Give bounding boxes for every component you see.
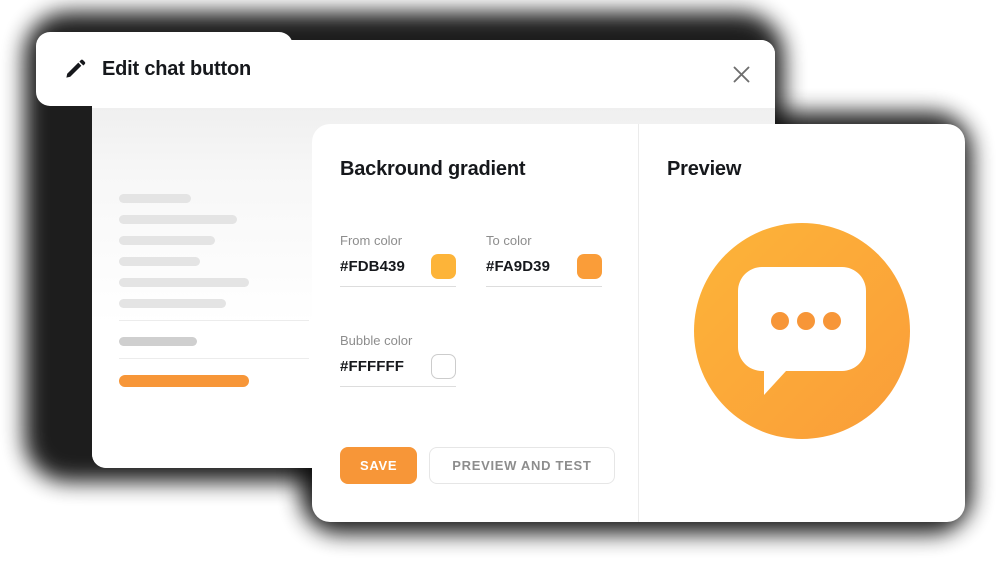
skeleton-divider bbox=[119, 358, 309, 359]
from-color-label: From color bbox=[340, 233, 403, 248]
chat-bubble-icon bbox=[738, 266, 866, 395]
background-gradient-panel: Backround gradient From color #FDB439 To… bbox=[312, 124, 638, 522]
to-color-field: To color #FA9D39 bbox=[486, 233, 602, 287]
gradient-color-fields: From color #FDB439 To color #FA9D39 bbox=[340, 233, 608, 287]
from-color-value[interactable]: #FDB439 bbox=[340, 258, 405, 275]
skeleton-bar-dark bbox=[119, 337, 197, 346]
field-spacer bbox=[340, 287, 608, 333]
pencil-icon bbox=[64, 58, 86, 80]
to-color-control[interactable]: #FA9D39 bbox=[486, 254, 602, 287]
to-color-swatch[interactable] bbox=[577, 254, 602, 279]
from-color-control[interactable]: #FDB439 bbox=[340, 254, 456, 287]
panel-title-preview: Preview bbox=[667, 158, 742, 180]
to-color-label: To color bbox=[486, 233, 532, 248]
skeleton-bar bbox=[119, 236, 215, 245]
bubble-color-row: Bubble color #FFFFFF bbox=[340, 333, 608, 387]
save-button[interactable]: SAVE bbox=[340, 447, 418, 484]
skeleton-bar bbox=[119, 278, 249, 287]
skeleton-divider bbox=[119, 320, 309, 321]
chat-bubble-preview bbox=[694, 222, 910, 439]
skeleton-bar bbox=[119, 215, 237, 224]
preview-and-test-button[interactable]: PREVIEW AND TEST bbox=[429, 447, 615, 484]
skeleton-bar bbox=[119, 257, 200, 266]
panel-title-background-gradient: Backround gradient bbox=[340, 158, 526, 180]
skeleton-bar bbox=[119, 194, 191, 203]
from-color-field: From color #FDB439 bbox=[340, 233, 456, 287]
bubble-color-field: Bubble color #FFFFFF bbox=[340, 333, 456, 387]
preview-panel: Preview bbox=[639, 124, 965, 522]
title-card-label: Edit chat button bbox=[102, 57, 251, 80]
from-color-swatch[interactable] bbox=[431, 254, 456, 279]
bubble-color-label: Bubble color bbox=[340, 333, 413, 348]
bubble-color-control[interactable]: #FFFFFF bbox=[340, 354, 456, 387]
edit-chat-button-modal: Backround gradient From color #FDB439 To… bbox=[312, 124, 965, 522]
skeleton-bar-accent bbox=[119, 375, 249, 387]
bubble-color-value[interactable]: #FFFFFF bbox=[340, 358, 404, 375]
skeleton-placeholder-list bbox=[119, 194, 309, 399]
edit-chat-button-title-card: Edit chat button bbox=[36, 32, 293, 106]
chat-button-circle[interactable] bbox=[694, 222, 910, 439]
screenshot-stage: Backround gradient From color #FDB439 To… bbox=[0, 0, 1001, 566]
skeleton-bar bbox=[119, 299, 226, 308]
to-color-value[interactable]: #FA9D39 bbox=[486, 258, 550, 275]
bubble-color-swatch[interactable] bbox=[431, 354, 456, 379]
modal-actions: SAVE PREVIEW AND TEST bbox=[340, 447, 615, 484]
close-icon[interactable] bbox=[725, 58, 757, 90]
